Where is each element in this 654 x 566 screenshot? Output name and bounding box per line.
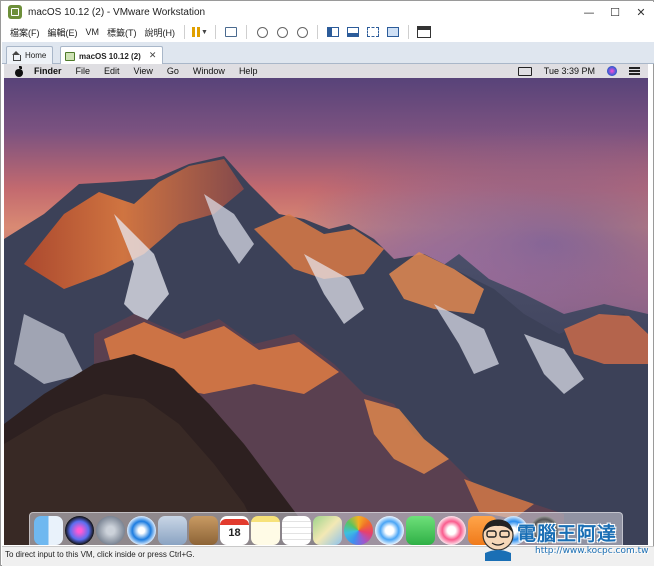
calendar-header bbox=[220, 518, 249, 525]
mac-menu-help[interactable]: Help bbox=[232, 66, 265, 76]
site-watermark: 電腦王阿達 http://www.kocpc.com.tw bbox=[479, 517, 649, 563]
chevron-down-icon: ▼ bbox=[201, 28, 208, 36]
contacts-icon[interactable] bbox=[189, 515, 218, 545]
send-ctrl-alt-del-icon bbox=[225, 27, 237, 37]
siri-menu-icon[interactable] bbox=[607, 66, 617, 76]
sierra-wallpaper bbox=[4, 156, 648, 545]
messages-icon[interactable] bbox=[375, 515, 404, 545]
notes-icon[interactable] bbox=[251, 515, 280, 545]
unity-icon bbox=[387, 27, 399, 37]
tab-bar: Home macOS 10.12 (2) ✕ bbox=[2, 42, 654, 65]
menu-help[interactable]: 說明(H) bbox=[141, 26, 180, 39]
launchpad-icon[interactable] bbox=[96, 515, 125, 545]
airplay-display-icon[interactable] bbox=[517, 66, 532, 76]
fullscreen-icon bbox=[367, 27, 379, 37]
status-message: To direct input to this VM, click inside… bbox=[5, 550, 195, 559]
thumbnail-icon bbox=[347, 27, 359, 37]
toolbar-separator bbox=[215, 25, 216, 39]
revert-snapshot-icon bbox=[276, 26, 288, 38]
snapshot-manager-button[interactable] bbox=[293, 24, 311, 40]
full-screen-button[interactable] bbox=[364, 24, 382, 40]
finder-icon[interactable] bbox=[34, 515, 63, 545]
siri-icon[interactable] bbox=[65, 515, 94, 545]
watermark-url: http://www.kocpc.com.tw bbox=[535, 546, 649, 556]
sidebar-icon bbox=[327, 27, 339, 37]
maximize-button[interactable]: ☐ bbox=[602, 2, 628, 22]
close-icon[interactable]: ✕ bbox=[149, 51, 157, 61]
title-bar: macOS 10.12 (2) - VMware Workstation — ☐… bbox=[2, 2, 654, 22]
revert-snapshot-button[interactable] bbox=[273, 24, 291, 40]
vmware-window: macOS 10.12 (2) - VMware Workstation — ☐… bbox=[0, 0, 654, 566]
vmware-app-icon bbox=[8, 5, 22, 19]
safari-icon[interactable] bbox=[127, 515, 156, 545]
toolbar-separator bbox=[317, 25, 318, 39]
mail-icon[interactable] bbox=[158, 515, 187, 545]
pause-icon bbox=[192, 27, 201, 37]
window-title: macOS 10.12 (2) - VMware Workstation bbox=[28, 6, 206, 18]
snapshot-icon bbox=[256, 26, 268, 38]
menu-file[interactable]: 檔案(F) bbox=[6, 26, 44, 39]
close-button[interactable]: ✕ bbox=[628, 2, 654, 22]
vm-display[interactable]: Finder File Edit View Go Window Help Tue… bbox=[4, 64, 648, 545]
mascot-avatar-icon bbox=[482, 519, 514, 561]
maps-icon[interactable] bbox=[313, 515, 342, 545]
reminders-icon[interactable] bbox=[282, 515, 311, 545]
apple-menu-icon[interactable] bbox=[14, 65, 24, 77]
watermark-title: 電腦王阿達 bbox=[517, 523, 618, 545]
toolbar-separator bbox=[184, 25, 185, 39]
thumbnail-bar-button[interactable] bbox=[344, 24, 362, 40]
notification-center-icon[interactable] bbox=[629, 67, 640, 75]
menu-toolbar: 檔案(F) 編輯(E) VM 標籤(T) 說明(H) ▼ bbox=[2, 22, 654, 42]
calendar-icon[interactable]: 18 bbox=[220, 515, 249, 545]
console-view-button[interactable] bbox=[415, 24, 433, 40]
mac-menu-window[interactable]: Window bbox=[186, 66, 232, 76]
calendar-day: 18 bbox=[228, 526, 241, 539]
home-icon bbox=[11, 51, 21, 61]
vm-icon bbox=[65, 51, 75, 61]
mac-status-area: Tue 3:39 PM bbox=[517, 64, 640, 78]
tab-home[interactable]: Home bbox=[6, 46, 54, 64]
take-snapshot-button[interactable] bbox=[253, 24, 271, 40]
menu-edit[interactable]: 編輯(E) bbox=[44, 26, 82, 39]
mac-menu-go[interactable]: Go bbox=[160, 66, 186, 76]
mac-menu-view[interactable]: View bbox=[127, 66, 160, 76]
tab-home-label: Home bbox=[25, 51, 47, 60]
show-library-button[interactable] bbox=[324, 24, 342, 40]
tab-macos-vm[interactable]: macOS 10.12 (2) ✕ bbox=[60, 46, 164, 65]
facetime-icon[interactable] bbox=[406, 515, 435, 545]
send-ctrl-alt-del-button[interactable] bbox=[222, 24, 240, 40]
toolbar-separator bbox=[408, 25, 409, 39]
toolbar-separator bbox=[246, 25, 247, 39]
macos-menu-bar: Finder File Edit View Go Window Help Tue… bbox=[4, 64, 648, 78]
tab-vm-label: macOS 10.12 (2) bbox=[79, 51, 141, 61]
menu-vm[interactable]: VM bbox=[82, 27, 104, 37]
console-view-icon bbox=[417, 26, 431, 38]
unity-button[interactable] bbox=[384, 24, 402, 40]
power-pause-button[interactable]: ▼ bbox=[191, 24, 209, 40]
menu-tabs[interactable]: 標籤(T) bbox=[103, 26, 141, 39]
itunes-icon[interactable] bbox=[437, 515, 466, 545]
snapshot-manager-icon bbox=[296, 26, 308, 38]
mac-menu-file[interactable]: File bbox=[69, 66, 98, 76]
photos-icon[interactable] bbox=[344, 515, 373, 545]
minimize-button[interactable]: — bbox=[576, 2, 602, 22]
mac-menu-edit[interactable]: Edit bbox=[97, 66, 127, 76]
window-controls: — ☐ ✕ bbox=[576, 2, 654, 22]
mac-menu-finder[interactable]: Finder bbox=[34, 66, 69, 76]
mac-clock[interactable]: Tue 3:39 PM bbox=[544, 66, 595, 76]
